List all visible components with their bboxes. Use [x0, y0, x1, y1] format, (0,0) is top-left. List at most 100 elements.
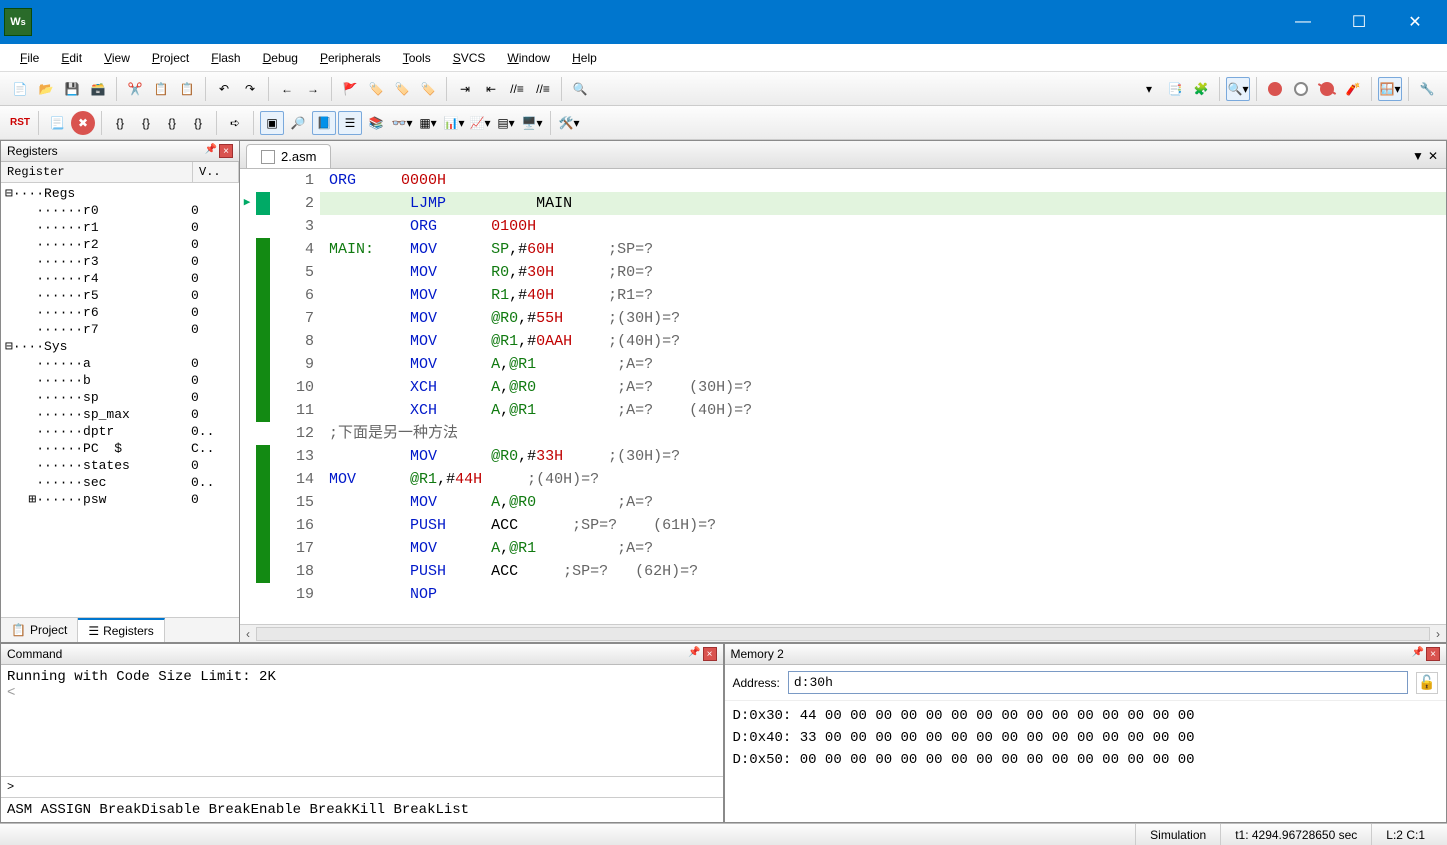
- menu-svcs[interactable]: SVCS: [443, 47, 496, 69]
- cut-icon[interactable]: ✂️: [123, 77, 147, 101]
- menu-bar: File Edit View Project Flash Debug Perip…: [0, 44, 1447, 72]
- configure-icon[interactable]: 🔧: [1415, 77, 1439, 101]
- pin-icon[interactable]: 📌: [1412, 647, 1424, 661]
- serial-window-icon[interactable]: 📊▾: [442, 111, 466, 135]
- address-input[interactable]: [788, 671, 1408, 694]
- panel-close-icon[interactable]: ×: [219, 144, 233, 158]
- menu-view[interactable]: View: [94, 47, 140, 69]
- pin-icon[interactable]: 📌: [205, 144, 217, 158]
- bookmark-prev-icon[interactable]: 🏷️: [364, 77, 388, 101]
- command-input[interactable]: >: [1, 776, 723, 797]
- manage-rtx-icon[interactable]: 🧩: [1189, 77, 1213, 101]
- step-over-icon[interactable]: {}: [134, 111, 158, 135]
- menu-tools[interactable]: Tools: [393, 47, 441, 69]
- status-simulation: Simulation: [1135, 824, 1220, 845]
- target-options-icon[interactable]: 📑: [1163, 77, 1187, 101]
- registers-header: Register V..: [1, 162, 239, 183]
- bookmark-clear-icon[interactable]: 🏷️: [416, 77, 440, 101]
- window-layout-icon[interactable]: 🪟▾: [1378, 77, 1402, 101]
- memory-dump[interactable]: D:0x30: 44 00 00 00 00 00 00 00 00 00 00…: [725, 701, 1447, 775]
- panel-close-icon[interactable]: ×: [1426, 647, 1440, 661]
- code-editor[interactable]: 12345678910111213141516171819 ORG 0000H …: [240, 169, 1446, 624]
- breakpoint-insert-icon[interactable]: [1263, 77, 1287, 101]
- status-cursor-pos: L:2 C:1: [1371, 824, 1439, 845]
- lock-icon[interactable]: 🔓: [1416, 672, 1438, 694]
- registers-title: Registers: [7, 144, 58, 158]
- menu-file[interactable]: File: [10, 47, 49, 69]
- editor-panel: 2.asm ▼ ✕ 12345678910111213141516171819 …: [240, 140, 1447, 643]
- editor-tab-label: 2.asm: [281, 149, 316, 164]
- menu-project[interactable]: Project: [142, 47, 199, 69]
- registers-tree[interactable]: ⊟····Regs ······r00 ······r10 ······r20 …: [1, 183, 239, 617]
- watch-window-icon[interactable]: 👓▾: [390, 111, 414, 135]
- step-out-icon[interactable]: {}: [160, 111, 184, 135]
- main-toolbar: 📄 📂 💾 🗃️ ✂️ 📋 📋 ↶ ↷ ← → 🚩 🏷️ 🏷️ 🏷️ ⇥ ⇤ /…: [0, 72, 1447, 106]
- debug-session-icon[interactable]: 🔍▾: [1226, 77, 1250, 101]
- debug-toolbar: RST 📃 ✖ {} {} {} {} ➪ ▣ 🔎 📘 ☰ 📚 👓▾ ▦▾ 📊▾…: [0, 106, 1447, 140]
- minimize-button[interactable]: —: [1275, 0, 1331, 44]
- run-icon[interactable]: 📃: [45, 111, 69, 135]
- status-time: t1: 4294.96728650 sec: [1220, 824, 1371, 845]
- undo-icon[interactable]: ↶: [212, 77, 236, 101]
- tab-registers[interactable]: ☰ Registers: [78, 618, 164, 642]
- outdent-icon[interactable]: ⇤: [479, 77, 503, 101]
- step-into-icon[interactable]: {}: [108, 111, 132, 135]
- indent-icon[interactable]: ⇥: [453, 77, 477, 101]
- status-bar: Simulation t1: 4294.96728650 sec L:2 C:1: [0, 823, 1447, 845]
- new-file-icon[interactable]: 📄: [8, 77, 32, 101]
- command-title: Command: [7, 647, 62, 661]
- pin-icon[interactable]: 📌: [688, 647, 700, 661]
- tab-dropdown-icon[interactable]: ▼: [1412, 149, 1424, 163]
- tab-project[interactable]: 📋 Project: [1, 618, 78, 642]
- show-next-statement-icon[interactable]: ➪: [223, 111, 247, 135]
- menu-debug[interactable]: Debug: [253, 47, 308, 69]
- breakpoint-kill-icon[interactable]: 🧨: [1341, 77, 1365, 101]
- register-col-name: Register: [1, 162, 193, 182]
- bookmark-next-icon[interactable]: 🏷️: [390, 77, 414, 101]
- save-icon[interactable]: 💾: [60, 77, 84, 101]
- maximize-button[interactable]: ☐: [1331, 0, 1387, 44]
- file-icon: [261, 150, 275, 164]
- registers-window-icon[interactable]: ☰: [338, 111, 362, 135]
- bookmark-icon[interactable]: 🚩: [338, 77, 362, 101]
- nav-forward-icon[interactable]: →: [301, 77, 325, 101]
- uncomment-icon[interactable]: //≡: [531, 77, 555, 101]
- analysis-window-icon[interactable]: 📈▾: [468, 111, 492, 135]
- command-output: Running with Code Size Limit: 2K <: [1, 665, 723, 776]
- menu-window[interactable]: Window: [497, 47, 560, 69]
- menu-edit[interactable]: Edit: [51, 47, 92, 69]
- registers-panel: Registers 📌 × Register V.. ⊟····Regs ···…: [0, 140, 240, 643]
- nav-back-icon[interactable]: ←: [275, 77, 299, 101]
- run-to-cursor-icon[interactable]: {}: [186, 111, 210, 135]
- command-window-icon[interactable]: ▣: [260, 111, 284, 135]
- system-viewer-icon[interactable]: 🖥️▾: [520, 111, 544, 135]
- reset-cpu-icon[interactable]: RST: [8, 111, 32, 135]
- menu-peripherals[interactable]: Peripherals: [310, 47, 391, 69]
- combo-drop-icon[interactable]: ▾: [1137, 77, 1161, 101]
- breakpoint-enable-icon[interactable]: [1289, 77, 1313, 101]
- call-stack-icon[interactable]: 📚: [364, 111, 388, 135]
- panel-close-icon[interactable]: ×: [703, 647, 717, 661]
- toolbox-icon[interactable]: 🛠️▾: [557, 111, 581, 135]
- editor-tab-active[interactable]: 2.asm: [246, 144, 331, 168]
- menu-flash[interactable]: Flash: [201, 47, 250, 69]
- stop-icon[interactable]: ✖: [71, 111, 95, 135]
- find-in-files-icon[interactable]: 🔍: [568, 77, 592, 101]
- redo-icon[interactable]: ↷: [238, 77, 262, 101]
- disassembly-window-icon[interactable]: 🔎: [286, 111, 310, 135]
- memory-panel: Memory 2 📌× Address: 🔓 D:0x30: 44 00 00 …: [724, 643, 1447, 823]
- breakpoint-disable-icon[interactable]: [1315, 77, 1339, 101]
- save-all-icon[interactable]: 🗃️: [86, 77, 110, 101]
- command-hints: ASM ASSIGN BreakDisable BreakEnable Brea…: [1, 797, 723, 822]
- memory-window-icon[interactable]: ▦▾: [416, 111, 440, 135]
- open-file-icon[interactable]: 📂: [34, 77, 58, 101]
- paste-icon[interactable]: 📋: [175, 77, 199, 101]
- horizontal-scrollbar[interactable]: ‹›: [240, 624, 1446, 642]
- symbols-window-icon[interactable]: 📘: [312, 111, 336, 135]
- trace-window-icon[interactable]: ▤▾: [494, 111, 518, 135]
- menu-help[interactable]: Help: [562, 47, 607, 69]
- copy-icon[interactable]: 📋: [149, 77, 173, 101]
- close-button[interactable]: ✕: [1387, 0, 1443, 44]
- comment-icon[interactable]: //≡: [505, 77, 529, 101]
- tab-close-icon[interactable]: ✕: [1428, 149, 1438, 163]
